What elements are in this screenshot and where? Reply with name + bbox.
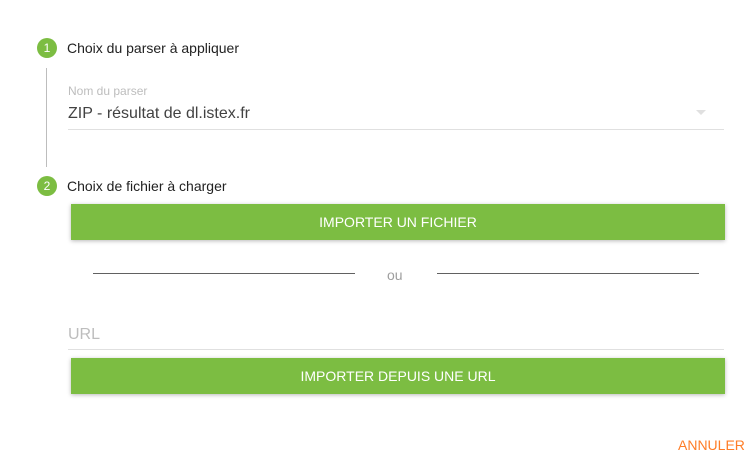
import-url-button[interactable]: IMPORTER DEPUIS UNE URL — [71, 358, 725, 394]
step-1-number-icon: 1 — [37, 38, 57, 58]
separator-line-left — [93, 273, 355, 274]
chevron-down-icon[interactable] — [696, 110, 706, 115]
separator-label: ou — [387, 267, 403, 283]
parser-select-label: Nom du parser — [68, 84, 148, 98]
parser-select-value[interactable]: ZIP - résultat de dl.istex.fr — [68, 105, 250, 123]
separator-line-right — [437, 273, 699, 274]
import-file-button[interactable]: IMPORTER UN FICHIER — [71, 204, 725, 240]
url-input[interactable] — [68, 324, 724, 346]
step-2-title: Choix de fichier à charger — [67, 178, 227, 194]
step-connector-line — [46, 68, 47, 167]
url-input-underline — [68, 349, 724, 350]
parser-select-underline — [68, 129, 724, 130]
cancel-button[interactable]: ANNULER — [678, 437, 745, 453]
step-1-title: Choix du parser à appliquer — [67, 40, 239, 56]
step-2-number-icon: 2 — [37, 176, 57, 196]
